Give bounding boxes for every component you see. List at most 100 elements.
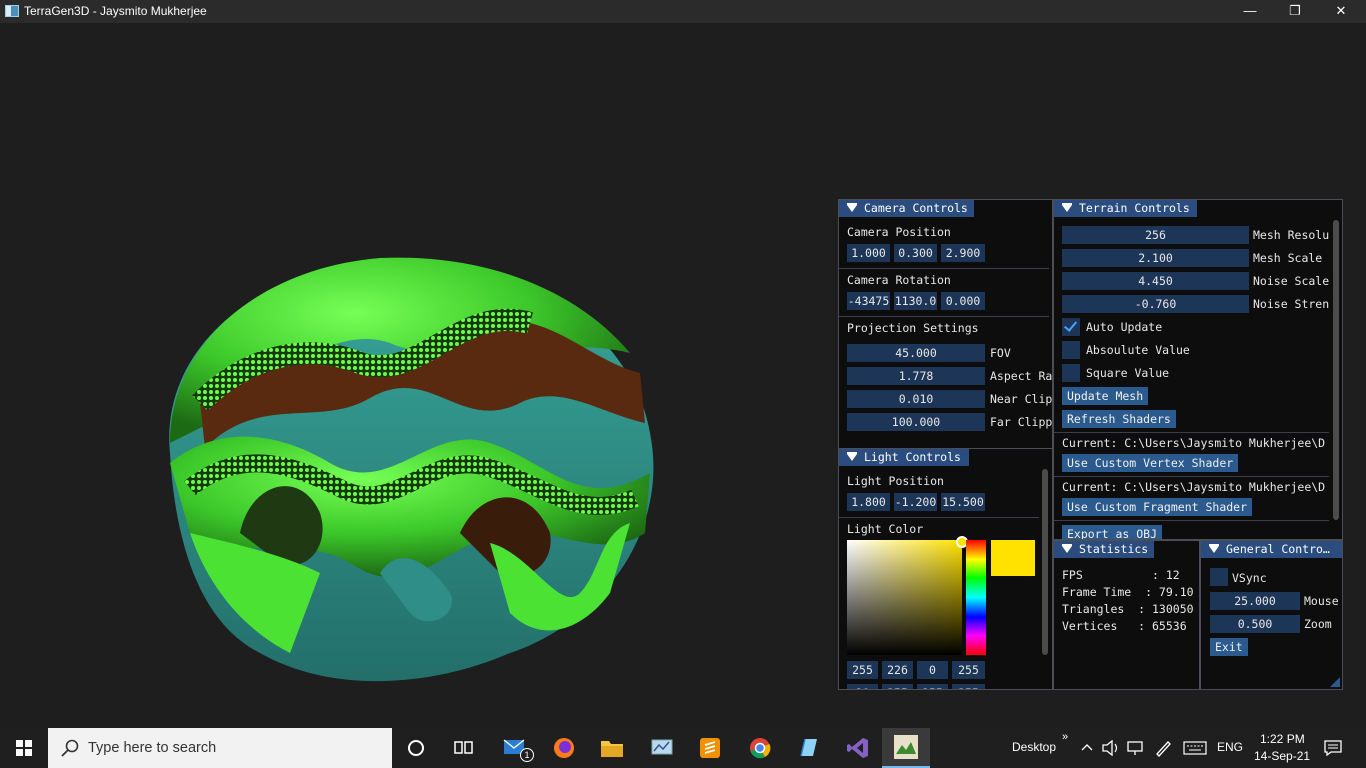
light-controls-header[interactable]: Light Controls <box>839 449 969 466</box>
exit-button[interactable]: Exit <box>1210 638 1248 656</box>
auto-update-checkbox[interactable] <box>1062 318 1080 336</box>
mail-app[interactable]: 1 <box>492 728 540 768</box>
sublime-text-app[interactable] <box>686 728 734 768</box>
scrollbar[interactable] <box>1333 220 1339 520</box>
camera-rotation-x[interactable]: -43475 <box>847 292 890 310</box>
camera-controls-header[interactable]: Camera Controls <box>839 200 974 217</box>
noise-scale-input[interactable]: 4.450 <box>1062 272 1249 290</box>
aspect-ratio-label: Aspect Ra <box>990 369 1053 383</box>
light-controls-window: Light Controls Light Position 1.800 -1.2… <box>838 448 1053 690</box>
light-position-label: Light Position <box>847 474 944 488</box>
separator <box>1054 432 1329 433</box>
touch-keyboard-icon[interactable] <box>1183 741 1207 755</box>
collapse-triangle-icon <box>847 203 857 212</box>
separator <box>1054 520 1329 521</box>
far-clip-input[interactable]: 100.000 <box>847 413 985 431</box>
control-panel-app[interactable] <box>638 728 686 768</box>
terrain-controls-window: Terrain Controls 256 Mesh Resolu 2.100 M… <box>1053 199 1343 540</box>
firefox-app[interactable] <box>540 728 588 768</box>
noise-strength-input[interactable]: -0.760 <box>1062 295 1249 313</box>
color-row2-input[interactable]: 255 <box>882 684 913 689</box>
color-row2-input[interactable]: 255 <box>917 684 948 689</box>
aspect-ratio-input[interactable]: 1.778 <box>847 367 985 385</box>
general-controls-header[interactable]: General Contro… <box>1201 541 1342 558</box>
task-view-button[interactable] <box>440 728 488 768</box>
scrollbar[interactable] <box>1042 469 1048 655</box>
maximize-button[interactable]: ❐ <box>1272 0 1318 23</box>
input-language-indicator[interactable]: ENG <box>1217 740 1243 754</box>
fps-stat: FPS : 12 <box>1062 568 1180 582</box>
color-a-input[interactable]: 255 <box>952 661 985 679</box>
refresh-shaders-button[interactable]: Refresh Shaders <box>1062 410 1176 428</box>
desktop-toolbar-label[interactable]: Desktop <box>1012 740 1056 754</box>
notes-app[interactable] <box>784 728 832 768</box>
window-title: TerraGen3D - Jaysmito Mukherjee <box>24 4 207 18</box>
camera-rotation-y[interactable]: 1130.0 <box>894 292 937 310</box>
terragen3d-app[interactable] <box>882 728 930 768</box>
clock-time[interactable]: 1:22 PM <box>1260 732 1305 746</box>
color-hue-slider[interactable] <box>966 540 986 655</box>
search-box[interactable]: Type here to search <box>48 728 392 768</box>
triangles-stat: Triangles : 130050 <box>1062 602 1194 616</box>
collapse-triangle-icon <box>1062 203 1072 212</box>
export-obj-button[interactable]: Export as OBJ <box>1062 525 1163 539</box>
color-row2-input[interactable]: 255 <box>952 684 985 689</box>
camera-rotation-z[interactable]: 0.000 <box>941 292 985 310</box>
color-g-input[interactable]: 226 <box>882 661 913 679</box>
statistics-header[interactable]: Statistics <box>1054 541 1154 558</box>
absolute-value-checkbox[interactable] <box>1062 341 1080 359</box>
notifications-icon[interactable] <box>1324 740 1342 756</box>
noise-scale-label: Noise Scale <box>1253 274 1330 288</box>
terrain-controls-header[interactable]: Terrain Controls <box>1054 200 1197 217</box>
network-icon[interactable] <box>1127 740 1145 756</box>
close-button[interactable]: ✕ <box>1318 0 1364 23</box>
resize-grip-icon[interactable] <box>1330 677 1340 687</box>
color-sv-picker[interactable] <box>847 540 962 655</box>
light-position-y[interactable]: -1.200 <box>894 493 937 511</box>
fov-input[interactable]: 45.000 <box>847 344 985 362</box>
collapse-triangle-icon <box>847 452 857 461</box>
zoom-input[interactable]: 0.500 <box>1210 615 1300 633</box>
near-clip-input[interactable]: 0.010 <box>847 390 985 408</box>
fragment-shader-path: Current: C:\Users\Jaysmito Mukherjee\D <box>1062 480 1326 494</box>
square-value-label: Square Value <box>1086 366 1170 380</box>
windows-logo-icon <box>16 740 32 756</box>
cortana-button[interactable] <box>392 728 440 768</box>
update-mesh-button[interactable]: Update Mesh <box>1062 387 1149 405</box>
start-button[interactable] <box>0 728 48 768</box>
show-hidden-icons-icon[interactable] <box>1081 742 1093 752</box>
color-row2-input[interactable]: 20 <box>847 684 878 689</box>
vertices-stat: Vertices : 65536 <box>1062 619 1187 633</box>
vsync-checkbox[interactable] <box>1210 568 1228 586</box>
custom-fragment-shader-button[interactable]: Use Custom Fragment Shader <box>1062 498 1253 516</box>
color-r-input[interactable]: 255 <box>847 661 878 679</box>
folder-icon <box>601 741 623 757</box>
custom-vertex-shader-button[interactable]: Use Custom Vertex Shader <box>1062 454 1239 472</box>
firefox-icon <box>554 738 574 758</box>
color-b-input[interactable]: 0 <box>917 661 948 679</box>
mouse-sensitivity-input[interactable]: 25.000 <box>1210 592 1300 610</box>
sublime-icon <box>700 738 720 758</box>
camera-position-y[interactable]: 0.300 <box>894 244 937 262</box>
light-position-x[interactable]: 1.800 <box>847 493 890 511</box>
light-position-z[interactable]: 15.500 <box>941 493 985 511</box>
toolbar-expand-chevron[interactable]: » <box>1062 731 1068 743</box>
terragen-icon <box>894 735 918 759</box>
collapse-triangle-icon <box>1062 544 1072 553</box>
camera-controls-window: Camera Controls Camera Position 1.000 0.… <box>838 199 1053 450</box>
chrome-app[interactable] <box>736 728 784 768</box>
camera-position-z[interactable]: 2.900 <box>941 244 985 262</box>
notes-icon <box>800 738 817 757</box>
cortana-circle-icon <box>408 740 424 756</box>
file-explorer-app[interactable] <box>588 728 636 768</box>
square-value-checkbox[interactable] <box>1062 364 1080 382</box>
volume-icon[interactable] <box>1102 740 1120 756</box>
pen-workspace-icon[interactable] <box>1154 739 1172 757</box>
mail-badge: 1 <box>520 748 534 762</box>
clock-date[interactable]: 14-Sep-21 <box>1254 749 1310 763</box>
mesh-scale-input[interactable]: 2.100 <box>1062 249 1249 267</box>
camera-position-x[interactable]: 1.000 <box>847 244 890 262</box>
visual-studio-app[interactable] <box>834 728 882 768</box>
minimize-button[interactable]: — <box>1227 0 1273 23</box>
mesh-resolution-input[interactable]: 256 <box>1062 226 1249 244</box>
